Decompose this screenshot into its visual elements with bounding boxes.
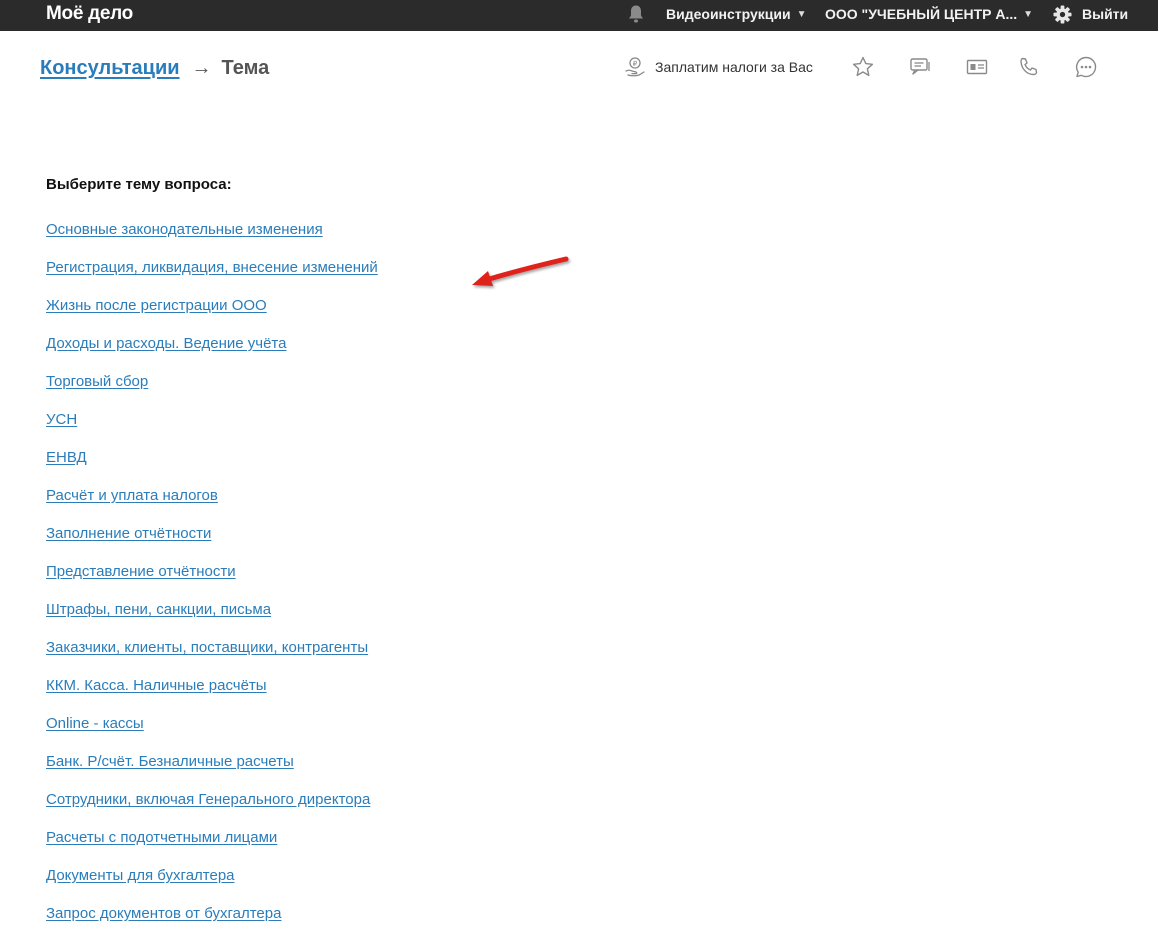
topic-link[interactable]: ЕНВД (46, 449, 87, 466)
pay-taxes-link[interactable]: ₽ Заплатим налоги за Вас (624, 56, 813, 78)
list-item: Сотрудники, включая Генерального директо… (46, 789, 378, 827)
page-title: Тема (221, 57, 270, 79)
topic-link[interactable]: Жизнь после регистрации ООО (46, 297, 267, 314)
pay-taxes-icon: ₽ (625, 57, 645, 77)
list-item: Доходы и расходы. Ведение учёта (46, 333, 378, 371)
list-item: Представление отчётности (46, 561, 378, 599)
annotation-arrow-icon (472, 256, 569, 286)
video-instructions-menu[interactable]: Видеоинструкции ▼ (666, 0, 807, 28)
breadcrumb-consultations-link[interactable]: Консультации (40, 57, 180, 79)
topic-link[interactable]: Online - кассы (46, 715, 144, 732)
list-item: Жизнь после регистрации ООО (46, 295, 378, 333)
topics-heading: Выберите тему вопроса: (46, 176, 232, 193)
logo-text: Моё дело (46, 3, 133, 24)
list-item: Расчёт и уплата налогов (46, 485, 378, 523)
list-item: Документы для бухгалтера (46, 865, 378, 903)
list-item: Заказчики, клиенты, поставщики, контраге… (46, 637, 378, 675)
list-item: Торговый сбор (46, 371, 378, 409)
breadcrumb: Консультации → Тема (40, 54, 269, 82)
topic-link[interactable]: Представление отчётности (46, 563, 236, 580)
topic-link[interactable]: Расчеты с подотчетными лицами (46, 829, 277, 846)
topic-link[interactable]: ККМ. Касса. Наличные расчёты (46, 677, 267, 694)
topic-link[interactable]: Доходы и расходы. Ведение учёта (46, 335, 286, 352)
caret-down-icon: ▼ (796, 9, 807, 21)
caret-down-icon: ▼ (1023, 9, 1034, 21)
company-label: ООО "УЧЕБНЫЙ ЦЕНТР А... (825, 6, 1018, 22)
list-item: Банк. Р/счёт. Безналичные расчеты (46, 751, 378, 789)
company-menu[interactable]: ООО "УЧЕБНЫЙ ЦЕНТР А... ▼ (825, 0, 1033, 28)
star-icon[interactable] (851, 55, 875, 79)
topic-link[interactable]: Основные законодательные изменения (46, 221, 323, 238)
list-item: Заполнение отчётности (46, 523, 378, 561)
topic-link[interactable]: Торговый сбор (46, 373, 148, 390)
top-bar: Моё дело Видеоинструкции ▼ ООО "УЧЕБНЫЙ Ц… (0, 0, 1158, 31)
list-item: Online - кассы (46, 713, 378, 751)
svg-text:₽: ₽ (633, 60, 638, 68)
gear-icon[interactable] (1053, 5, 1072, 24)
list-item: ККМ. Касса. Наличные расчёты (46, 675, 378, 713)
topics-list: Основные законодательные изменения Регис… (46, 219, 378, 936)
topic-link[interactable]: Документы для бухгалтера (46, 867, 235, 884)
topic-link[interactable]: Сотрудники, включая Генерального директо… (46, 791, 370, 808)
list-item: ЕНВД (46, 447, 378, 485)
logo[interactable]: Моё дело (46, 2, 133, 26)
list-item: Расчеты с подотчетными лицами (46, 827, 378, 865)
id-card-icon[interactable] (965, 55, 989, 79)
logout-label: Выйти (1082, 6, 1129, 22)
topic-link[interactable]: Расчёт и уплата налогов (46, 487, 218, 504)
video-instructions-label: Видеоинструкции (666, 6, 791, 22)
topic-link[interactable]: Заказчики, клиенты, поставщики, контраге… (46, 639, 368, 656)
list-item: Регистрация, ликвидация, внесение измене… (46, 257, 378, 295)
topic-link[interactable]: Штрафы, пени, санкции, письма (46, 601, 271, 618)
phone-icon[interactable] (1017, 55, 1041, 79)
topic-link[interactable]: Банк. Р/счёт. Безналичные расчеты (46, 753, 294, 770)
chat-icon[interactable] (1074, 55, 1098, 79)
messages-icon[interactable] (908, 55, 932, 79)
pay-taxes-label: Заплатим налоги за Вас (655, 59, 813, 75)
list-item: УСН (46, 409, 378, 447)
topic-link[interactable]: Запрос документов от бухгалтера (46, 905, 281, 922)
topic-link[interactable]: Регистрация, ликвидация, внесение измене… (46, 259, 378, 276)
list-item: Штрафы, пени, санкции, письма (46, 599, 378, 637)
bell-icon[interactable] (627, 4, 645, 24)
list-item: Основные законодательные изменения (46, 219, 378, 257)
logout-button[interactable]: Выйти (1082, 0, 1128, 28)
breadcrumb-separator: → (191, 57, 212, 79)
topic-link[interactable]: Заполнение отчётности (46, 525, 211, 542)
list-item: Запрос документов от бухгалтера (46, 903, 378, 936)
topic-link[interactable]: УСН (46, 411, 77, 428)
